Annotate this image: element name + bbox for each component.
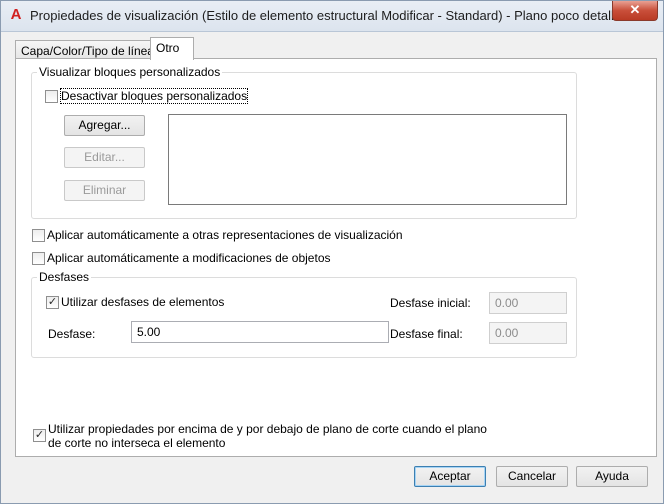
cut-plane-checkbox[interactable]: ✓ (33, 429, 46, 442)
apply-other-reps-label[interactable]: Aplicar automáticamente a otras represen… (47, 228, 403, 242)
offset-label: Desfase: (48, 327, 96, 341)
offset-field[interactable]: 5.00 (131, 321, 389, 343)
offsets-group (31, 277, 577, 358)
apply-other-reps-checkbox[interactable] (32, 229, 45, 242)
cut-plane-label-line2[interactable]: de corte no interseca el elemento (48, 436, 225, 450)
add-block-button[interactable]: Agregar... (64, 115, 145, 136)
ok-button[interactable]: Aceptar (414, 466, 486, 487)
delete-block-button[interactable]: Eliminar (64, 180, 145, 201)
tab-layer-color-linetype[interactable]: Capa/Color/Tipo de línea (15, 40, 154, 59)
dialog-client-area: Capa/Color/Tipo de línea Otro Visualizar… (9, 32, 657, 495)
start-offset-field[interactable]: 0.00 (489, 292, 567, 314)
window-title: Propiedades de visualización (Estilo de … (30, 8, 636, 23)
start-offset-label: Desfase inicial: (390, 296, 471, 310)
close-icon: ✕ (629, 2, 641, 17)
help-button[interactable]: Ayuda (576, 466, 648, 487)
end-offset-label: Desfase final: (390, 327, 463, 341)
end-offset-field[interactable]: 0.00 (489, 322, 567, 344)
custom-blocks-list[interactable] (168, 114, 567, 205)
autocad-app-icon: A (10, 6, 22, 23)
cancel-button[interactable]: Cancelar (496, 466, 568, 487)
use-member-offsets-label[interactable]: Utilizar desfases de elementos (61, 295, 224, 309)
close-button[interactable]: ✕ (612, 1, 658, 21)
dialog-window: A Propiedades de visualización (Estilo d… (0, 0, 664, 504)
disable-custom-blocks-label[interactable]: Desactivar bloques personalizados (59, 88, 249, 104)
tab-panel-other: Visualizar bloques personalizados Desact… (15, 58, 657, 457)
apply-object-mods-checkbox[interactable] (32, 252, 45, 265)
tab-other[interactable]: Otro (150, 37, 194, 60)
use-member-offsets-checkbox[interactable]: ✓ (46, 296, 59, 309)
disable-custom-blocks-checkbox[interactable] (45, 90, 58, 103)
custom-blocks-group-label: Visualizar bloques personalizados (37, 65, 223, 79)
edit-block-button[interactable]: Editar... (64, 147, 145, 168)
title-bar[interactable]: A Propiedades de visualización (Estilo d… (1, 1, 663, 32)
offsets-group-label: Desfases (37, 270, 92, 284)
apply-object-mods-label[interactable]: Aplicar automáticamente a modificaciones… (47, 251, 331, 265)
cut-plane-label-line1[interactable]: Utilizar propiedades por encima de y por… (48, 422, 487, 436)
